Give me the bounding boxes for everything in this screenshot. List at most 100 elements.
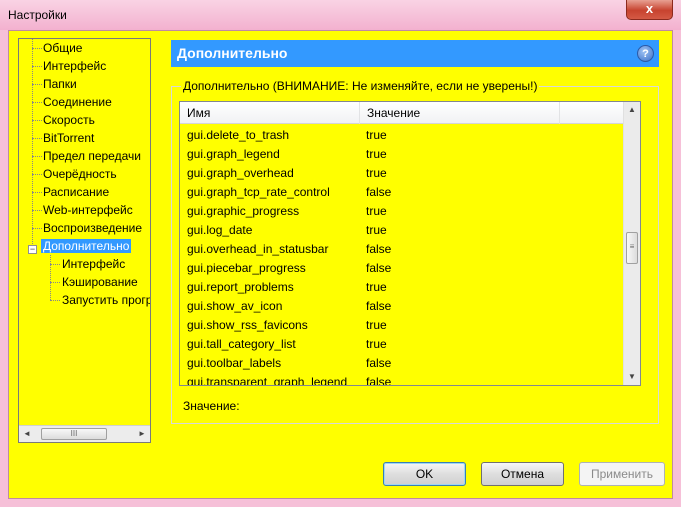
setting-value: true: [366, 204, 387, 218]
settings-dialog: − Общие Интерфейс Папки Соединение Скоро…: [8, 30, 673, 499]
sidebar-item-label: Папки: [43, 77, 77, 91]
tree-line: [32, 102, 42, 103]
table-row[interactable]: gui.graph_tcp_rate_control false: [180, 183, 625, 202]
sidebar-item-label: Предел передачи: [43, 149, 141, 163]
setting-name: gui.graph_overhead: [187, 166, 294, 180]
cancel-button[interactable]: Отмена: [481, 462, 564, 486]
value-label: Значение:: [183, 399, 240, 413]
sidebar-item-web-ui[interactable]: Web-интерфейс: [43, 201, 133, 219]
setting-value: false: [366, 356, 392, 370]
scroll-thumb[interactable]: ≡: [626, 232, 638, 264]
sidebar-item-advanced-interface[interactable]: Интерфейс: [62, 255, 125, 273]
setting-name: gui.delete_to_trash: [187, 128, 290, 142]
table-row[interactable]: gui.toolbar_labels false: [180, 354, 625, 373]
sidebar-item-label: Интерфейс: [43, 59, 107, 73]
sidebar-item-label: Воспроизведение: [43, 221, 143, 235]
table-row[interactable]: gui.graphic_progress true: [180, 202, 625, 221]
setting-value: true: [366, 128, 387, 142]
setting-value: true: [366, 147, 387, 161]
sidebar-item-label: Интерфейс: [62, 257, 126, 271]
page-title: Дополнительно: [177, 45, 288, 61]
tree-line: [32, 48, 42, 49]
scroll-up-icon[interactable]: ▲: [624, 102, 640, 118]
setting-name: gui.show_av_icon: [187, 299, 283, 313]
setting-value: false: [366, 185, 392, 199]
tree-line: [32, 138, 42, 139]
sidebar-item-connection[interactable]: Соединение: [43, 93, 112, 111]
sidebar-item-playback[interactable]: Воспроизведение: [43, 219, 142, 237]
tree-line: [32, 228, 42, 229]
tree-line: [50, 255, 51, 300]
column-header-name[interactable]: Имя: [180, 102, 360, 124]
table-row[interactable]: gui.overhead_in_statusbar false: [180, 240, 625, 259]
help-icon[interactable]: ?: [637, 45, 654, 62]
advanced-settings-list[interactable]: Имя Значение gui.delete_to_trash true gui.…: [179, 101, 641, 386]
tree-line: [50, 282, 60, 283]
close-button[interactable]: x: [626, 0, 673, 20]
table-row[interactable]: gui.graph_overhead true: [180, 164, 625, 183]
table-row[interactable]: gui.tall_category_list true: [180, 335, 625, 354]
table-row[interactable]: gui.delete_to_trash true: [180, 126, 625, 145]
tree-line: [32, 174, 42, 175]
setting-name: gui.transparent_graph_legend: [187, 375, 348, 386]
table-row[interactable]: gui.transparent_graph_legend false: [180, 373, 625, 386]
table-row[interactable]: gui.piecebar_progress false: [180, 259, 625, 278]
sidebar-item-label: Web-интерфейс: [43, 203, 133, 217]
table-row[interactable]: gui.graph_legend true: [180, 145, 625, 164]
setting-name: gui.toolbar_labels: [187, 356, 282, 370]
tree-line: [50, 264, 60, 265]
column-header-value[interactable]: Значение: [360, 102, 560, 124]
table-row[interactable]: gui.show_av_icon false: [180, 297, 625, 316]
setting-name: gui.piecebar_progress: [187, 261, 306, 275]
setting-value: true: [366, 318, 387, 332]
sidebar-item-label: Расписание: [43, 185, 110, 199]
tree-line: [32, 192, 42, 193]
scroll-thumb[interactable]: III: [41, 428, 107, 440]
sidebar-item-bittorrent[interactable]: BitTorrent: [43, 129, 94, 147]
setting-value: true: [366, 337, 387, 351]
sidebar-item-folders[interactable]: Папки: [43, 75, 77, 93]
sidebar-item-transfer-cap[interactable]: Предел передачи: [43, 147, 141, 165]
group-caption: Дополнительно (ВНИМАНИЕ: Не изменяйте, е…: [181, 79, 540, 93]
tree-line: [32, 210, 42, 211]
table-row[interactable]: gui.show_rss_favicons true: [180, 316, 625, 335]
setting-value: false: [366, 242, 392, 256]
list-vertical-scrollbar[interactable]: ▲ ≡ ▼: [623, 102, 640, 385]
panel-header: Дополнительно ?: [171, 40, 659, 67]
sidebar-item-label: Скорость: [43, 113, 95, 127]
sidebar-item-run-program[interactable]: Запустить прогр: [62, 291, 150, 309]
close-icon: x: [645, 1, 654, 16]
sidebar-item-label: Очерёдность: [43, 167, 117, 181]
tree-line: [50, 300, 60, 301]
ok-button[interactable]: OK: [383, 462, 466, 486]
setting-name: gui.graph_legend: [187, 147, 280, 161]
collapse-icon[interactable]: −: [28, 245, 37, 254]
setting-name: gui.overhead_in_statusbar: [187, 242, 329, 256]
tree-line: [32, 156, 42, 157]
tree-line: [32, 39, 33, 254]
sidebar-item-interface[interactable]: Интерфейс: [43, 57, 106, 75]
sidebar-item-general[interactable]: Общие: [43, 39, 82, 57]
list-header: Имя Значение: [180, 102, 625, 124]
sidebar-item-label: Кэширование: [62, 275, 138, 289]
tree-line: [32, 66, 42, 67]
scroll-down-icon[interactable]: ▼: [624, 369, 640, 385]
table-row[interactable]: gui.log_date true: [180, 221, 625, 240]
settings-tree[interactable]: − Общие Интерфейс Папки Соединение Скоро…: [18, 38, 151, 443]
tree-line: [32, 84, 42, 85]
sidebar-item-caching[interactable]: Кэширование: [62, 273, 138, 291]
sidebar-item-queueing[interactable]: Очерёдность: [43, 165, 117, 183]
sidebar-item-scheduler[interactable]: Расписание: [43, 183, 109, 201]
sidebar-item-label: BitTorrent: [43, 131, 95, 145]
sidebar-item-label: Соединение: [43, 95, 112, 109]
table-row[interactable]: gui.report_problems true: [180, 278, 625, 297]
sidebar-item-speed[interactable]: Скорость: [43, 111, 95, 129]
setting-value: false: [366, 261, 392, 275]
scroll-right-icon[interactable]: ►: [134, 426, 150, 442]
scroll-left-icon[interactable]: ◄: [19, 426, 35, 442]
apply-button[interactable]: Применить: [579, 462, 665, 486]
tree-horizontal-scrollbar[interactable]: ◄ III ►: [19, 425, 150, 442]
setting-value: false: [366, 299, 392, 313]
sidebar-item-advanced[interactable]: Дополнительно: [41, 237, 132, 255]
setting-value: true: [366, 280, 387, 294]
